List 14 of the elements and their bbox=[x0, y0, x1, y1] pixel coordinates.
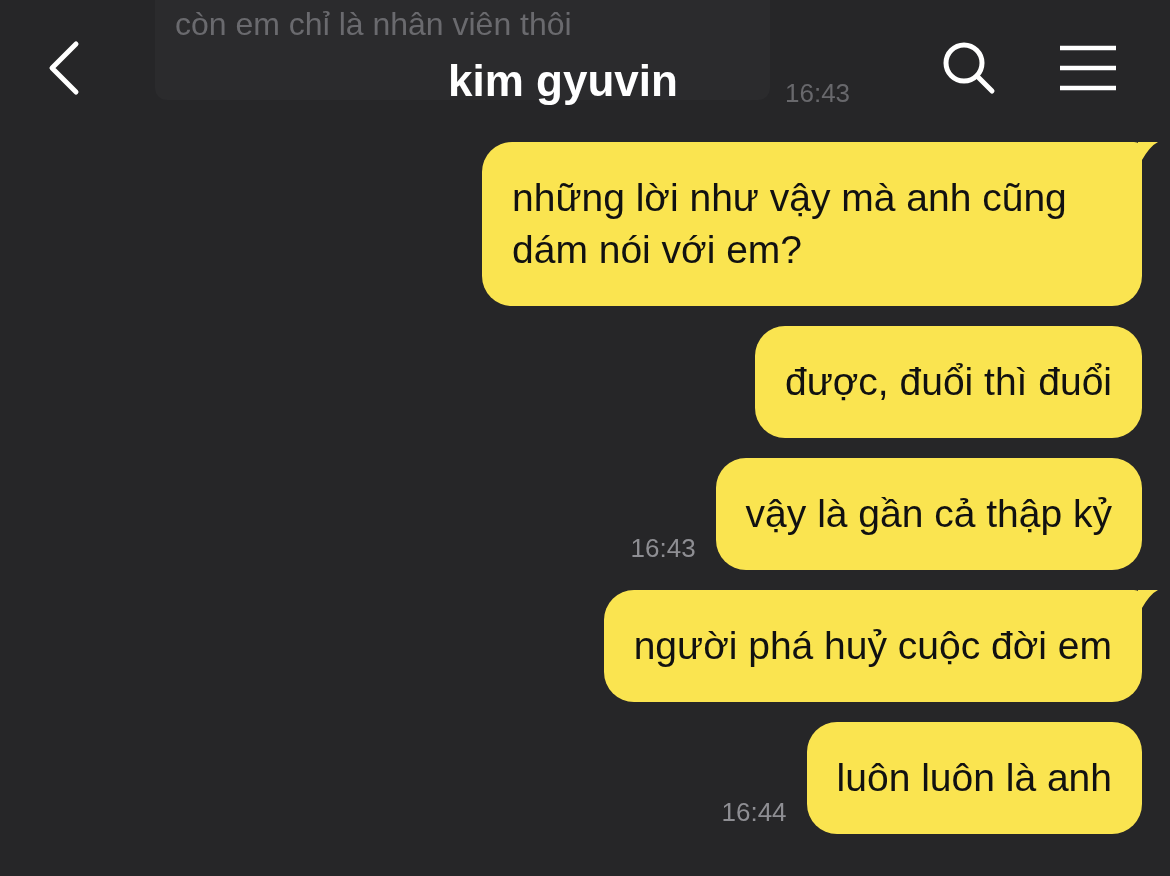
search-button[interactable] bbox=[942, 40, 996, 95]
message-bubble: luôn luôn là anh bbox=[806, 722, 1142, 834]
menu-icon bbox=[1058, 44, 1118, 91]
message-bubble: vậy là gần cả thập kỷ bbox=[715, 458, 1142, 570]
message-timestamp: 16:43 bbox=[630, 533, 696, 564]
faded-timestamp: 16:43 bbox=[785, 78, 851, 109]
menu-button[interactable] bbox=[1058, 44, 1118, 91]
bubble-tail bbox=[1138, 590, 1158, 608]
message-timestamp: 16:44 bbox=[721, 797, 787, 828]
bubble-tail bbox=[1138, 142, 1158, 160]
chat-title: kim gyuvin bbox=[448, 58, 678, 103]
faded-message-text: còn em chỉ là nhân viên thôi bbox=[175, 6, 572, 43]
search-icon bbox=[942, 40, 996, 95]
message-bubble: được, đuổi thì đuổi bbox=[754, 326, 1142, 438]
